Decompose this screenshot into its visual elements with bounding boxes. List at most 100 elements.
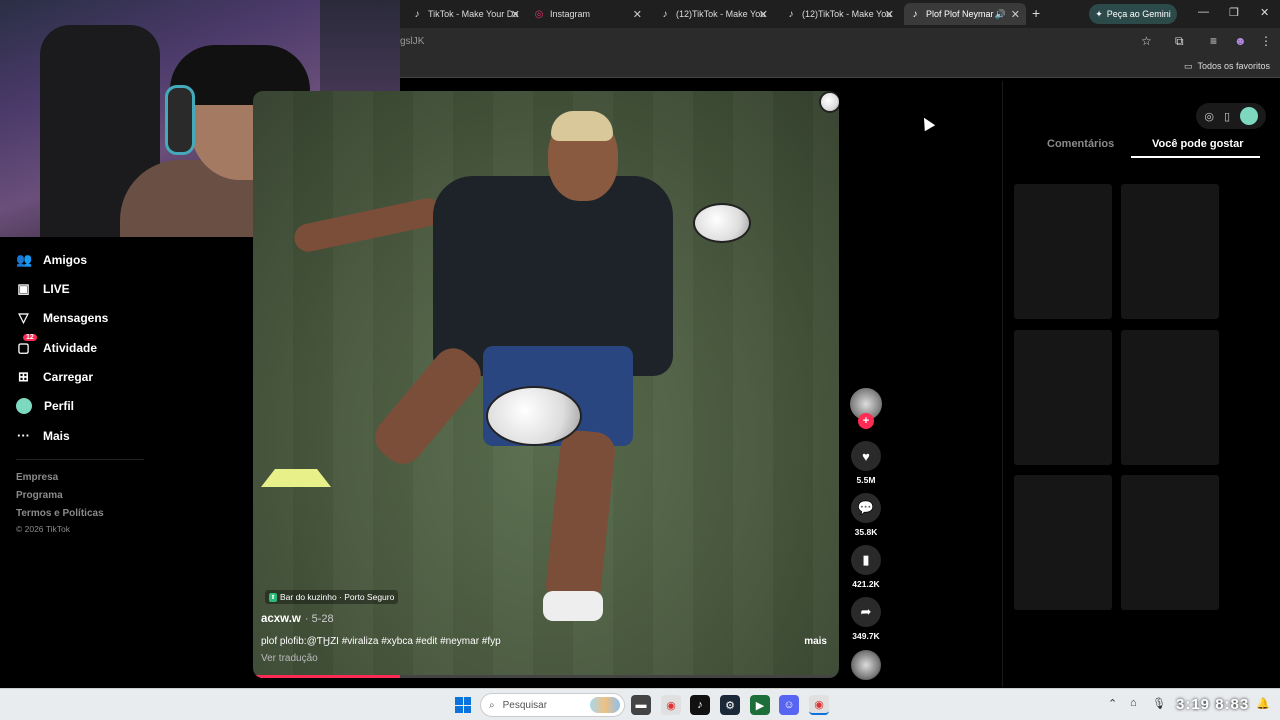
- tiktok-icon[interactable]: ♪: [690, 695, 710, 715]
- profile-avatar: [16, 398, 32, 414]
- phone-icon[interactable]: ▯: [1224, 110, 1230, 123]
- location-tag[interactable]: ⬆ Bar do kuzinho · Porto Seguro: [265, 590, 399, 604]
- sidebar-item-messages[interactable]: ▽ Mensagens: [16, 310, 109, 326]
- url-text[interactable]: gslJK: [400, 36, 424, 47]
- all-bookmarks-button[interactable]: ▭ Todos os favoritos: [1184, 61, 1270, 72]
- discord-icon[interactable]: ☺: [779, 695, 799, 715]
- extensions-icon[interactable]: ⧉: [1175, 34, 1184, 49]
- taskbar-search[interactable]: ⌕ Pesquisar: [480, 693, 625, 717]
- right-panel: ◎ ▯ Comentários Você pode gostar: [1002, 81, 1280, 687]
- sidebar-item-profile[interactable]: Perfil: [16, 398, 74, 414]
- search-icon: ⌕: [489, 699, 495, 711]
- video-thumbnail[interactable]: [1121, 330, 1219, 465]
- close-window-icon[interactable]: ✕: [1260, 6, 1269, 19]
- chrome-icon[interactable]: ◉: [661, 695, 681, 715]
- sidebar-item-activity[interactable]: ▢ 12 Atividade: [16, 334, 97, 356]
- star-icon[interactable]: ☆: [1141, 34, 1152, 48]
- save-count: 421.2K: [852, 579, 880, 589]
- sidebar: 👥 Amigos ▣ LIVE ▽ Mensagens ▢ 12 Ativida…: [0, 237, 253, 687]
- browser-tab[interactable]: ♪ TikTok - Make Your Da ✕: [406, 3, 526, 25]
- video-thumbnail[interactable]: [1121, 184, 1219, 319]
- search-highlight-icon: [590, 697, 620, 713]
- football: [486, 386, 582, 446]
- restore-icon[interactable]: ❐: [1229, 6, 1239, 19]
- windows-taskbar: ⌕ Pesquisar ▬ ◉ ♪ ⚙ ▶ ☺ ◉ ⌃ ⌂ 🎙 3:19 8:8…: [0, 688, 1280, 720]
- video-thumbnail[interactable]: [1121, 475, 1219, 610]
- caption-more-button[interactable]: mais: [804, 636, 827, 647]
- share-button[interactable]: ➦ 349.7K: [850, 597, 882, 641]
- clock-overlay: 3:19 8:83: [1176, 696, 1250, 713]
- media-controls-icon[interactable]: ≡: [1210, 34, 1217, 48]
- notification-bell-icon[interactable]: 🔔: [1256, 697, 1270, 710]
- footer-link-terms[interactable]: Termos e Políticas: [16, 508, 104, 519]
- save-button[interactable]: ▮ 421.2K: [850, 545, 882, 589]
- video-thumbnail[interactable]: [1014, 184, 1112, 319]
- video-player[interactable]: ⬆ Bar do kuzinho · Porto Seguro acxw.w · …: [253, 91, 839, 678]
- gemini-icon: ✦: [1095, 8, 1103, 19]
- sidebar-item-upload[interactable]: ⊞ Carregar: [16, 369, 93, 385]
- video-thumbnail[interactable]: [1014, 330, 1112, 465]
- new-tab-icon[interactable]: +: [1032, 5, 1040, 21]
- tiktok-icon: ♪: [662, 8, 668, 20]
- file-explorer-icon[interactable]: ▬: [631, 695, 651, 715]
- close-icon[interactable]: ✕: [1011, 8, 1020, 21]
- menu-icon[interactable]: ⋮: [1260, 34, 1272, 48]
- gemini-button[interactable]: ✦ Peça ao Gemini: [1089, 4, 1177, 24]
- messages-icon: ▽: [18, 310, 29, 325]
- sidebar-item-more[interactable]: ··· Mais: [16, 428, 70, 443]
- footer-link-program[interactable]: Programa: [16, 490, 63, 501]
- sidebar-item-live[interactable]: ▣ LIVE: [16, 281, 69, 297]
- close-icon[interactable]: ✕: [759, 8, 768, 21]
- profile-icon[interactable]: ☻: [1234, 34, 1247, 48]
- terminal-icon[interactable]: ▶: [750, 695, 770, 715]
- player-shoe: [543, 591, 603, 621]
- tab-comments[interactable]: Comentários: [1047, 138, 1114, 150]
- microphone-icon[interactable]: 🎙: [1152, 697, 1166, 710]
- chevron-up-icon[interactable]: ⌃: [1108, 697, 1117, 710]
- video-caption: plof plofib:@ƬӇZI #viraliza #xybca #edit…: [261, 636, 501, 647]
- upload-icon: ⊞: [18, 369, 29, 384]
- notification-badge: 12: [23, 334, 37, 341]
- network-icon[interactable]: ⌂: [1130, 697, 1137, 709]
- minimize-icon[interactable]: —: [1198, 6, 1209, 18]
- browser-tab[interactable]: ◎ Instagram ✕: [528, 3, 648, 25]
- music-disc-icon[interactable]: [851, 650, 881, 680]
- panel-toolbar: ◎ ▯: [1196, 103, 1266, 129]
- follow-plus-icon[interactable]: +: [858, 413, 874, 429]
- see-translation-link[interactable]: Ver tradução: [261, 653, 318, 664]
- close-icon[interactable]: ✕: [633, 8, 642, 21]
- tab-you-may-like[interactable]: Você pode gostar: [1152, 138, 1243, 150]
- video-author[interactable]: acxw.w · 5-28: [261, 613, 334, 625]
- footer-link-company[interactable]: Empresa: [16, 472, 58, 483]
- tiktok-icon: ♪: [414, 8, 420, 20]
- steam-icon[interactable]: ⚙: [720, 695, 740, 715]
- copyright: © 2026 TikTok: [16, 524, 70, 534]
- close-icon[interactable]: ✕: [885, 8, 894, 21]
- browser-tab-bar: ♪ TikTok - Make Your Da ✕ ◎ Instagram ✕ …: [400, 0, 1280, 28]
- football: [693, 203, 751, 243]
- comment-icon: 💬: [851, 493, 881, 523]
- browser-tab-active[interactable]: ♪ Plof Plof Neymar 🔊 ✕: [904, 3, 1026, 25]
- football: [819, 91, 839, 113]
- folder-icon: ▭: [1183, 61, 1193, 71]
- bookmarks-bar: ▭ Todos os favoritos: [400, 56, 1280, 78]
- video-progress-fill: [253, 675, 400, 678]
- instagram-icon: ◎: [534, 8, 544, 20]
- comment-button[interactable]: 💬 35.8K: [850, 493, 882, 537]
- compass-icon[interactable]: ◎: [1204, 110, 1214, 123]
- chrome-active-icon[interactable]: ◉: [809, 695, 829, 715]
- browser-tab[interactable]: ♪ (12)TikTok - Make You ✕: [780, 3, 900, 25]
- speaker-icon[interactable]: 🔊: [995, 9, 1006, 20]
- windows-start-icon[interactable]: [455, 697, 471, 713]
- user-avatar[interactable]: [1240, 107, 1258, 125]
- sidebar-item-friends[interactable]: 👥 Amigos: [16, 252, 87, 268]
- share-count: 349.7K: [852, 631, 880, 641]
- browser-tab[interactable]: ♪ (12)TikTok - Make You ✕: [654, 3, 774, 25]
- share-icon: ➦: [851, 597, 881, 627]
- like-count: 5.5M: [856, 475, 876, 485]
- comment-count: 35.8K: [854, 527, 878, 537]
- like-button[interactable]: ♥ 5.5M: [850, 441, 882, 485]
- close-icon[interactable]: ✕: [511, 8, 520, 21]
- live-icon: ▣: [17, 281, 30, 296]
- video-thumbnail[interactable]: [1014, 475, 1112, 610]
